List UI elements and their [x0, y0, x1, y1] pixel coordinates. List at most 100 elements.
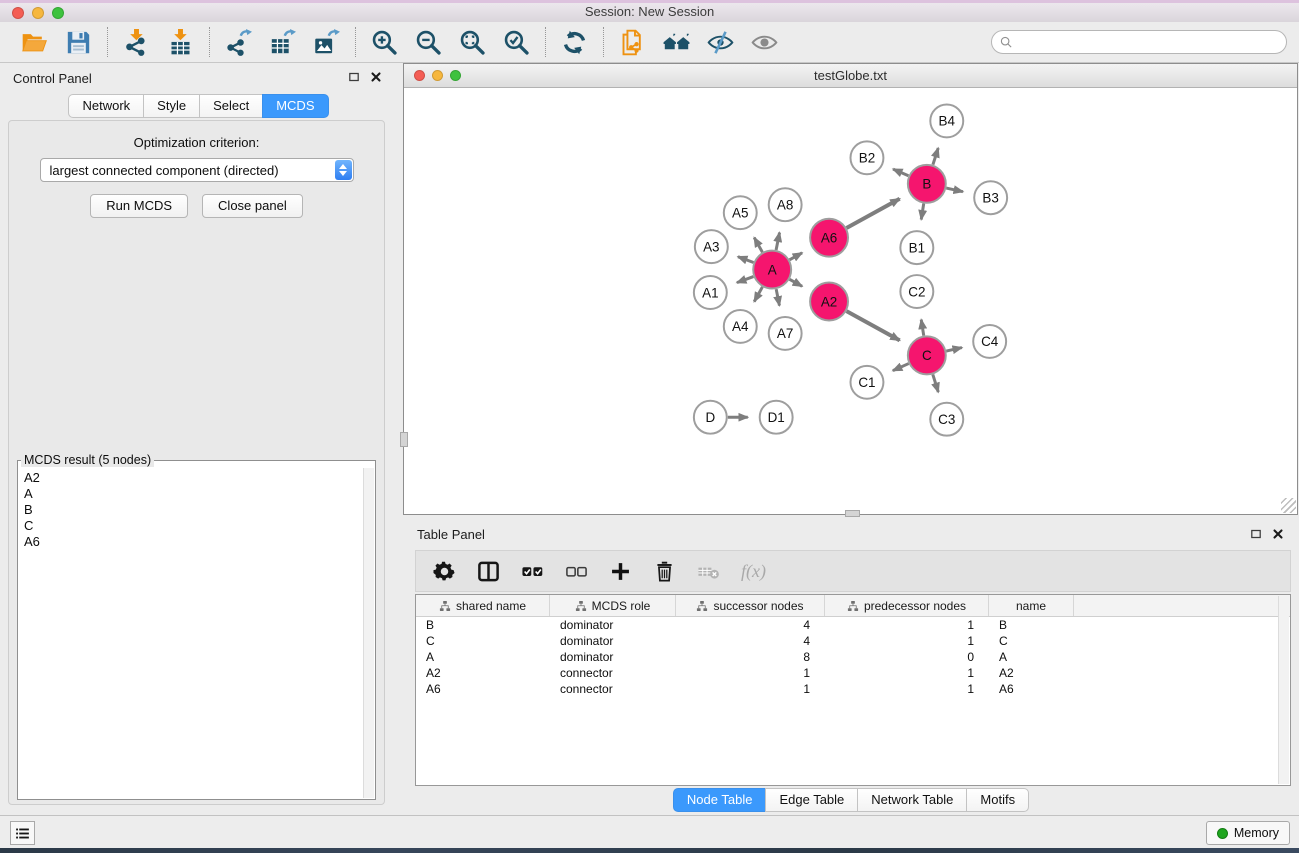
zoom-selected-icon[interactable]: [503, 29, 530, 56]
table-cell[interactable]: 4: [676, 617, 825, 633]
graph-edge-B-B4[interactable]: [933, 148, 938, 165]
zoom-in-icon[interactable]: [371, 29, 398, 56]
table-cell[interactable]: B: [989, 617, 1074, 633]
minimize-window-button[interactable]: [32, 7, 44, 19]
graph-edge-A-A4[interactable]: [754, 287, 762, 302]
table-cell[interactable]: A: [416, 649, 550, 665]
network-close-button[interactable]: [414, 70, 425, 81]
float-panel-icon[interactable]: [347, 70, 361, 84]
control-tab-mcds[interactable]: MCDS: [262, 94, 328, 118]
task-history-button[interactable]: [10, 821, 35, 845]
graph-edge-A-A6[interactable]: [790, 253, 803, 260]
graph-edge-A-A3[interactable]: [738, 257, 754, 263]
control-tab-select[interactable]: Select: [199, 94, 263, 118]
table-tab-node-table[interactable]: Node Table: [673, 788, 767, 812]
network-canvas[interactable]: B4B2BB3A5A8A6A3B1AA1C2A2A4A7C4CC1C3DD1: [404, 89, 1297, 514]
control-tab-style[interactable]: Style: [143, 94, 200, 118]
graph-edge-A-A1[interactable]: [737, 277, 753, 283]
graph-edge-A-A7[interactable]: [776, 289, 779, 305]
table-cell[interactable]: C: [416, 633, 550, 649]
graph-edge-C-C1[interactable]: [893, 364, 909, 371]
table-cell[interactable]: 1: [825, 633, 989, 649]
column-header-mcds-role[interactable]: MCDS role: [550, 595, 676, 616]
table-cell[interactable]: 4: [676, 633, 825, 649]
graph-edge-B-B3[interactable]: [946, 188, 963, 192]
graph-edge-A6-B[interactable]: [847, 199, 900, 228]
table-cell[interactable]: C: [989, 633, 1074, 649]
clone-network-icon[interactable]: [619, 29, 646, 56]
graph-node-B2[interactable]: B2: [851, 141, 884, 174]
table-tab-network-table[interactable]: Network Table: [857, 788, 967, 812]
graph-edge-B-B1[interactable]: [921, 204, 923, 220]
table-cell[interactable]: A6: [416, 681, 550, 697]
table-cell[interactable]: dominator: [550, 649, 676, 665]
table-cell[interactable]: A6: [989, 681, 1074, 697]
deselect-all-icon[interactable]: [565, 560, 588, 583]
graph-node-D1[interactable]: D1: [760, 401, 793, 434]
run-mcds-button[interactable]: Run MCDS: [90, 194, 188, 218]
import-table-icon[interactable]: [167, 29, 194, 56]
network-horizontal-scroll-thumb[interactable]: [845, 510, 860, 517]
search-input[interactable]: [1014, 34, 1279, 50]
table-cell[interactable]: connector: [550, 681, 676, 697]
export-table-icon[interactable]: [269, 29, 296, 56]
zoom-window-button[interactable]: [52, 7, 64, 19]
graph-node-A1[interactable]: A1: [694, 276, 727, 309]
hide-panel-icon[interactable]: [707, 29, 734, 56]
table-cell[interactable]: 1: [825, 681, 989, 697]
column-header-successor-nodes[interactable]: successor nodes: [676, 595, 825, 616]
graph-node-A6[interactable]: A6: [810, 219, 848, 257]
graph-node-D[interactable]: D: [694, 401, 727, 434]
graph-edge-C-C3[interactable]: [933, 374, 938, 392]
table-tab-edge-table[interactable]: Edge Table: [765, 788, 858, 812]
import-network-icon[interactable]: [123, 29, 150, 56]
show-panel-icon[interactable]: [751, 29, 778, 56]
home-icon[interactable]: [663, 29, 690, 56]
table-cell[interactable]: connector: [550, 665, 676, 681]
delete-entry-icon[interactable]: [653, 560, 676, 583]
graph-edge-A2-C[interactable]: [847, 311, 900, 340]
table-cell[interactable]: 1: [676, 681, 825, 697]
table-cell[interactable]: 0: [825, 649, 989, 665]
graph-node-A[interactable]: A: [753, 251, 791, 289]
table-cell[interactable]: A2: [989, 665, 1074, 681]
table-cell[interactable]: B: [416, 617, 550, 633]
graph-node-A2[interactable]: A2: [810, 283, 848, 321]
export-network-icon[interactable]: [225, 29, 252, 56]
table-cell[interactable]: 8: [676, 649, 825, 665]
graph-edge-A-A5[interactable]: [754, 238, 762, 253]
network-zoom-button[interactable]: [450, 70, 461, 81]
mcds-result-item[interactable]: A: [24, 486, 362, 502]
graph-node-B1[interactable]: B1: [900, 231, 933, 264]
zoom-fit-icon[interactable]: [459, 29, 486, 56]
graph-node-A3[interactable]: A3: [695, 230, 728, 263]
search-box[interactable]: [991, 30, 1287, 54]
graph-node-B[interactable]: B: [908, 165, 946, 203]
mcds-result-item[interactable]: B: [24, 502, 362, 518]
graph-node-A5[interactable]: A5: [724, 196, 757, 229]
close-window-button[interactable]: [12, 7, 24, 19]
table-cell[interactable]: 1: [825, 617, 989, 633]
close-table-panel-icon[interactable]: [1271, 527, 1285, 541]
table-cell[interactable]: 1: [676, 665, 825, 681]
network-vertical-scroll-thumb[interactable]: [400, 432, 408, 447]
zoom-out-icon[interactable]: [415, 29, 442, 56]
open-file-icon[interactable]: [21, 29, 48, 56]
mcds-result-item[interactable]: C: [24, 518, 362, 534]
table-scrollbar[interactable]: [1278, 596, 1289, 784]
settings-gear-icon[interactable]: [433, 560, 456, 583]
graph-node-B3[interactable]: B3: [974, 181, 1007, 214]
graph-node-A4[interactable]: A4: [724, 310, 757, 343]
table-cell[interactable]: 1: [825, 665, 989, 681]
graph-node-C2[interactable]: C2: [900, 275, 933, 308]
table-tab-motifs[interactable]: Motifs: [966, 788, 1029, 812]
network-minimize-button[interactable]: [432, 70, 443, 81]
mcds-list-scrollbar[interactable]: [363, 468, 374, 798]
graph-node-C3[interactable]: C3: [930, 403, 963, 436]
table-cell[interactable]: A: [989, 649, 1074, 665]
window-resize-grip[interactable]: [1281, 498, 1296, 513]
graph-edge-A-A2[interactable]: [790, 279, 803, 286]
float-table-panel-icon[interactable]: [1249, 527, 1263, 541]
memory-button[interactable]: Memory: [1206, 821, 1290, 845]
table-cell[interactable]: A2: [416, 665, 550, 681]
